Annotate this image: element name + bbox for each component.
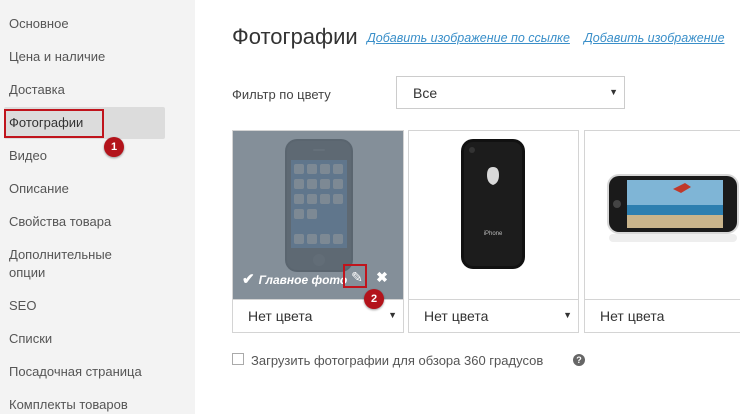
- main-photo-label: Главное фото: [258, 273, 348, 287]
- sidebar-item-delivery[interactable]: Доставка: [9, 81, 65, 98]
- sidebar-item-seo[interactable]: SEO: [9, 297, 36, 314]
- chevron-down-icon: ▼: [388, 310, 397, 320]
- photo-3-image: [585, 131, 740, 301]
- sidebar-item-price[interactable]: Цена и наличие: [9, 48, 105, 65]
- color-filter-value: Все: [413, 85, 438, 101]
- svg-text:iPhone: iPhone: [484, 231, 503, 237]
- add-image-link[interactable]: Добавить изображение: [584, 31, 725, 45]
- upload-360-checkbox[interactable]: [232, 353, 244, 365]
- sidebar-item-lists[interactable]: Списки: [9, 330, 52, 347]
- annotation-box-photos: [4, 109, 104, 138]
- help-icon[interactable]: ?: [573, 354, 585, 366]
- photo-1-image: ✔ Главное фото ✎ ✖: [233, 131, 403, 301]
- annotation-badge-2: 2: [364, 289, 384, 309]
- sidebar-item-landing[interactable]: Посадочная страница: [9, 363, 142, 380]
- delete-photo-button[interactable]: ✖: [374, 267, 390, 287]
- photo-2-color-value: Нет цвета: [424, 308, 489, 324]
- photo-1-color-value: Нет цвета: [248, 308, 313, 324]
- annotation-box-edit: [343, 264, 367, 288]
- iphone-landscape-icon: [607, 174, 739, 242]
- annotation-badge-1: 1: [104, 137, 124, 157]
- sidebar-item-properties[interactable]: Свойства товара: [9, 213, 111, 230]
- close-icon: ✖: [376, 269, 388, 285]
- sidebar-item-extra-options-line2[interactable]: опции: [9, 264, 45, 281]
- sidebar-item-extra-options[interactable]: Дополнительные: [9, 246, 112, 263]
- chevron-down-icon: ▼: [563, 310, 572, 320]
- page-title: Фотографии: [232, 24, 358, 49]
- upload-360-label[interactable]: Загрузить фотографии для обзора 360 град…: [251, 353, 543, 368]
- chevron-down-icon: ▼: [609, 87, 618, 97]
- photo-3-color-select[interactable]: Нет цвета: [585, 299, 740, 332]
- add-image-by-url-link[interactable]: Добавить изображение по ссылке: [367, 31, 570, 45]
- photo-card-3[interactable]: Нет цвета: [584, 130, 740, 333]
- sidebar-item-main[interactable]: Основное: [9, 15, 69, 32]
- sidebar-item-description[interactable]: Описание: [9, 180, 69, 197]
- sidebar-item-bundles[interactable]: Комплекты товаров: [9, 396, 128, 413]
- color-filter-select[interactable]: Все ▼: [396, 76, 625, 109]
- check-icon: ✔: [242, 271, 255, 288]
- sidebar-item-video[interactable]: Видео: [9, 147, 47, 164]
- color-filter-label: Фильтр по цвету: [232, 87, 331, 102]
- sidebar: Основное Цена и наличие Доставка Фотогра…: [0, 0, 195, 414]
- main-photo-badge: ✔ Главное фото: [242, 270, 347, 288]
- photo-2-image: iPhone: [409, 131, 578, 301]
- photo-2-color-select[interactable]: Нет цвета ▼: [409, 299, 578, 332]
- photo-card-2[interactable]: iPhone Нет цвета ▼: [408, 130, 579, 333]
- photo-3-color-value: Нет цвета: [600, 308, 665, 324]
- iphone-back-icon: iPhone: [461, 139, 525, 269]
